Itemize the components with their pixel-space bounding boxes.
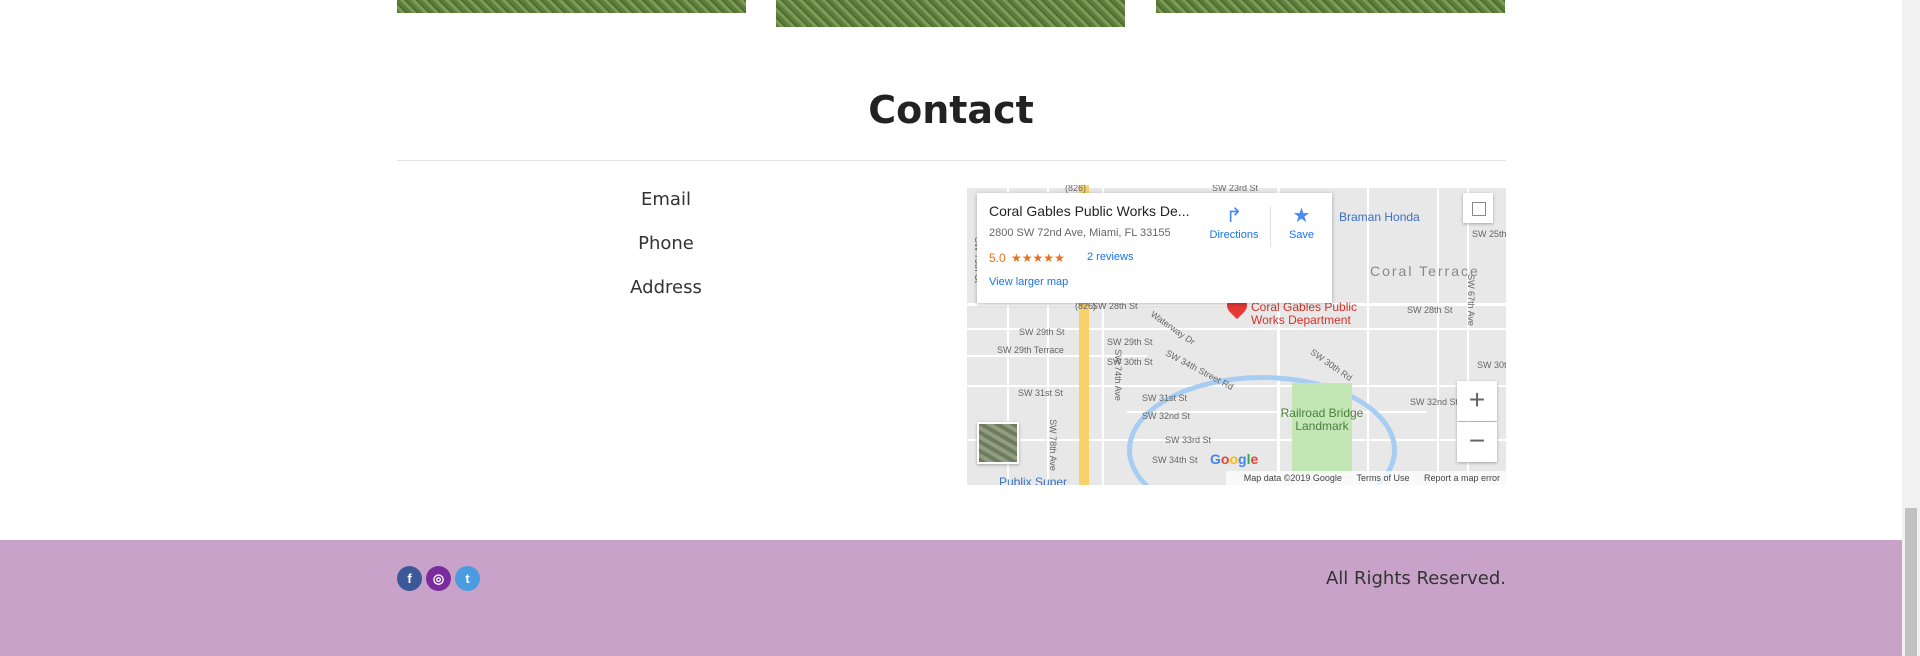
contact-info-list: Email Phone Address: [566, 186, 766, 318]
terms-link[interactable]: Terms of Use: [1356, 473, 1409, 483]
street-label: SW 30th Rd: [1308, 346, 1355, 384]
scrollbar-thumb[interactable]: [1905, 508, 1917, 656]
street-label: SW 34th St: [1152, 455, 1198, 465]
area-label: Coral Terrace: [1370, 263, 1480, 279]
street-label: SW 33rd St: [1165, 435, 1212, 445]
address-label: Address: [630, 277, 702, 298]
report-error-link[interactable]: Report a map error: [1424, 473, 1500, 483]
place-info-card: Coral Gables Public Works De... 2800 SW …: [977, 193, 1332, 303]
page-scrollbar[interactable]: [1902, 0, 1920, 656]
map-data-text: Map data ©2019 Google: [1243, 473, 1342, 483]
rating-value: 5.0: [989, 251, 1006, 265]
place-address: 2800 SW 72nd Ave, Miami, FL 33155: [989, 227, 1171, 239]
satellite-view-toggle[interactable]: [977, 422, 1019, 464]
business-label: Publix Super: [999, 475, 1068, 485]
phone-label: Phone: [638, 233, 694, 254]
street-label: SW 23rd St: [1212, 185, 1259, 193]
place-name: Coral Gables Public Works De...: [989, 203, 1190, 219]
business-label: Braman Honda: [1339, 210, 1420, 224]
landmark-label: Railroad Bridge Landmark: [1280, 406, 1364, 433]
directions-label: Directions: [1209, 229, 1259, 241]
directions-button[interactable]: ↱ Directions: [1204, 203, 1264, 241]
street-label: SW 32nd St: [1410, 397, 1459, 407]
social-links: f ◎ t: [397, 566, 484, 591]
email-label: Email: [641, 189, 691, 210]
contact-heading: Contact: [868, 88, 1034, 132]
zoom-in-button[interactable]: +: [1457, 381, 1497, 421]
street-label: SW 30th: [1477, 360, 1506, 370]
save-label: Save: [1288, 229, 1315, 241]
street-label: SW 29th St: [1019, 327, 1065, 337]
street-label: SW 67th Ave: [1465, 274, 1476, 326]
reviews-link[interactable]: 2 reviews: [1087, 251, 1133, 263]
street-label: SW 29th St: [1107, 337, 1153, 347]
gallery-photo-1: [397, 0, 746, 13]
zoom-out-button[interactable]: −: [1457, 422, 1497, 462]
site-footer: f ◎ t All Rights Reserved.: [0, 540, 1902, 656]
card-separator: [1270, 207, 1271, 247]
google-logo: Google: [1210, 451, 1259, 467]
map-marker-label: Coral Gables Public Works Department: [1251, 300, 1358, 327]
street-label: SW 31st St: [1018, 388, 1064, 398]
star-icon: ★: [1292, 205, 1311, 227]
place-rating: 5.0 ★★★★★: [989, 251, 1065, 265]
fullscreen-button[interactable]: [1463, 193, 1493, 223]
map-attribution: Map data ©2019 Google Terms of Use Repor…: [1225, 471, 1506, 485]
street-label: SW 32nd St: [1142, 411, 1191, 421]
gallery-photo-3: [1156, 0, 1505, 13]
highway-shield: (826): [1065, 185, 1087, 193]
directions-icon: ↱: [1225, 205, 1243, 227]
section-divider: [397, 160, 1506, 161]
facebook-icon[interactable]: f: [397, 566, 422, 591]
copyright-text: All Rights Reserved.: [1325, 568, 1506, 589]
star-rating-icon: ★★★★★: [1011, 251, 1065, 265]
twitter-icon[interactable]: t: [455, 566, 480, 591]
street-label: SW 78th Ave: [1047, 419, 1058, 471]
gallery-photo-2: [776, 0, 1125, 27]
street-label: SW 74th Ave: [1112, 349, 1123, 401]
street-label: SW 29th Terrace: [997, 345, 1064, 355]
instagram-icon[interactable]: ◎: [426, 566, 451, 591]
save-button[interactable]: ★ Save: [1279, 203, 1324, 241]
street-label: SW 28th St: [1407, 305, 1453, 315]
street-label: SW 31st St: [1142, 393, 1188, 403]
street-label: SW 25th: [1472, 229, 1506, 239]
embedded-map[interactable]: SW 23rd St SW 25th SW 28th St SW 28th St…: [967, 185, 1506, 485]
view-larger-map-link[interactable]: View larger map: [989, 276, 1068, 288]
